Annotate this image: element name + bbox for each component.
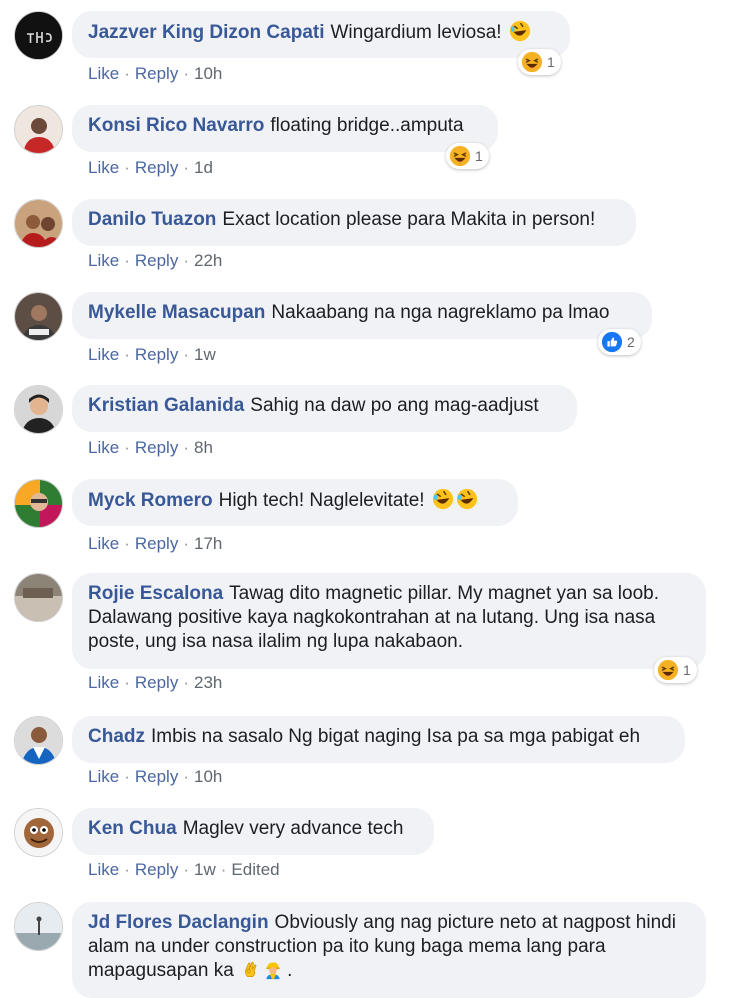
comment-actions: Like · Reply · 1d [88,158,213,177]
comment-bubble: Danilo Tuazon Exact location please para … [72,199,636,246]
comment-timestamp[interactable]: 1w [194,860,216,879]
comment-author[interactable]: Jd Flores Daclangin [88,912,269,933]
ok-hand-icon [241,960,261,980]
avatar[interactable] [14,808,63,857]
comment-timestamp[interactable]: 10h [194,767,222,786]
reply-link[interactable]: Reply [135,345,178,364]
reply-link[interactable]: Reply [135,158,178,177]
comment-bubble: Chadz Imbis na sasalo Ng bigat naging Isa… [72,716,685,763]
comment-text: High tech! Naglelevitate! [218,490,430,511]
comment-text-tail: . [287,960,293,981]
like-link[interactable]: Like [88,345,119,364]
avatar[interactable] [14,105,63,154]
reaction-summary[interactable]: 1 [518,49,561,75]
avatar[interactable] [14,716,63,765]
reaction-count: 2 [627,334,635,350]
haha-icon [449,145,471,167]
haha-icon [521,51,543,73]
comment-timestamp[interactable]: 8h [194,438,213,457]
comment-bubble: Myck Romero High tech! Naglelevitate! [72,479,518,526]
reaction-count: 1 [547,54,555,70]
like-link[interactable]: Like [88,860,119,879]
comment-actions: Like · Reply · 22h [88,251,223,270]
comment-author[interactable]: Chadz [88,726,145,747]
comment-bubble: Jazzver King Dizon Capati Wingardium levi… [72,11,570,58]
avatar[interactable] [14,479,63,528]
comment-author[interactable]: Danilo Tuazon [88,209,216,230]
avatar[interactable] [14,11,63,60]
comment-timestamp[interactable]: 23h [194,673,222,692]
comment-bubble: Jd Flores Daclangin Obviously ang nag pic… [72,902,706,998]
like-link[interactable]: Like [88,251,119,270]
reply-link[interactable]: Reply [135,438,178,457]
comment-author[interactable]: Konsi Rico Navarro [88,115,264,136]
haha-icon [657,659,679,681]
comment-actions: Like · Reply · 8h [88,438,213,457]
comment-author[interactable]: Mykelle Masacupan [88,302,265,323]
comment-text: Imbis na sasalo Ng bigat naging Isa pa s… [151,726,641,747]
comment-actions: Like · Reply · 23h [88,673,223,692]
avatar[interactable] [14,573,63,622]
comment-actions: Like · Reply · 1w [88,345,216,364]
reply-link[interactable]: Reply [135,673,178,692]
construction-worker-icon [263,960,283,980]
comment-author[interactable]: Kristian Galanida [88,395,244,416]
comment-actions: Like · Reply · 17h [88,534,223,553]
comment-timestamp[interactable]: 10h [194,64,222,83]
comment-author[interactable]: Myck Romero [88,490,213,511]
comment-bubble: Kristian Galanida Sahig na daw po ang mag… [72,385,577,432]
like-link[interactable]: Like [88,534,119,553]
like-link[interactable]: Like [88,438,119,457]
avatar[interactable] [14,902,63,951]
edited-label[interactable]: Edited [231,860,279,879]
comment-text: Maglev very advance tech [182,818,404,839]
reply-link[interactable]: Reply [135,860,178,879]
comment-author[interactable]: Ken Chua [88,818,177,839]
avatar[interactable] [14,385,63,434]
reaction-count: 1 [475,148,483,164]
comment-bubble: Konsi Rico Navarro floating bridge..amput… [72,105,498,152]
comment-text: floating bridge..amputa [270,115,464,136]
like-reaction-icon [601,331,623,353]
reply-link[interactable]: Reply [135,534,178,553]
comment-actions: Like · Reply · 1w · Edited [88,860,280,879]
comment-bubble: Mykelle Masacupan Nakaabang na nga nagrek… [72,292,652,339]
rofl-emoji-icon [456,488,478,510]
reaction-summary[interactable]: 1 [654,657,697,683]
reply-link[interactable]: Reply [135,251,178,270]
comment-timestamp[interactable]: 1d [194,158,213,177]
reply-link[interactable]: Reply [135,767,178,786]
reaction-count: 1 [683,662,691,678]
comment-timestamp[interactable]: 17h [194,534,222,553]
comment-text: Wingardium leviosa! [330,22,507,43]
comment-timestamp[interactable]: 1w [194,345,216,364]
comment-author[interactable]: Rojie Escalona [88,583,223,604]
like-link[interactable]: Like [88,64,119,83]
avatar[interactable] [14,199,63,248]
comment-text: Nakaabang na nga nagreklamo pa lmao [271,302,610,323]
comment-actions: Like · Reply · 10h [88,767,223,786]
comment-actions: Like · Reply · 10h [88,64,223,83]
avatar[interactable] [14,292,63,341]
comment-bubble: Rojie Escalona Tawag dito magnetic pillar… [72,573,706,669]
comment-text: Sahig na daw po ang mag-aadjust [250,395,539,416]
rofl-emoji-icon [509,20,531,42]
like-link[interactable]: Like [88,673,119,692]
reaction-summary[interactable]: 2 [598,329,641,355]
like-link[interactable]: Like [88,158,119,177]
reply-link[interactable]: Reply [135,64,178,83]
rofl-emoji-icon [432,488,454,510]
comment-timestamp[interactable]: 22h [194,251,222,270]
reaction-summary[interactable]: 1 [446,143,489,169]
like-link[interactable]: Like [88,767,119,786]
comment-text: Exact location please para Makita in per… [222,209,596,230]
comment-author[interactable]: Jazzver King Dizon Capati [88,22,325,43]
comment-bubble: Ken Chua Maglev very advance tech [72,808,434,855]
